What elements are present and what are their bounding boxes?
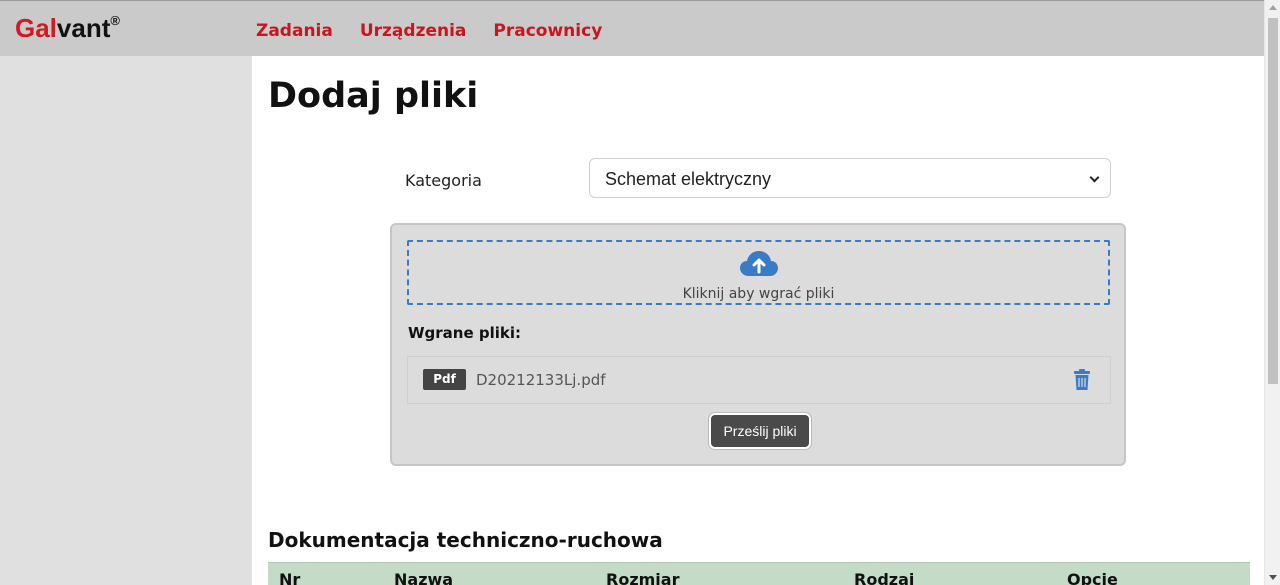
dropzone-text: Kliknij aby wgrać pliki (682, 286, 835, 302)
uploaded-file-row: Pdf D20212133Lj.pdf (407, 356, 1111, 404)
cloud-upload-icon (740, 251, 778, 276)
column-header-rozmiar[interactable]: Rozmiar (606, 570, 679, 585)
brand-registered-mark: ® (110, 13, 120, 29)
category-select[interactable]: Schemat elektryczny (589, 158, 1111, 198)
chevron-down-icon (1089, 172, 1100, 183)
sidebar (0, 56, 252, 585)
column-header-opcje[interactable]: Opcje (1067, 570, 1118, 585)
file-type-badge: Pdf (423, 369, 466, 390)
main-nav: Zadania Urządzenia Pracownicy (256, 21, 602, 41)
upload-panel: Kliknij aby wgrać pliki Wgrane pliki: Pd… (390, 223, 1126, 466)
uploaded-files-label: Wgrane pliki: (408, 324, 522, 342)
brand-part2: vant (56, 13, 111, 43)
column-header-nazwa[interactable]: Nazwa (394, 570, 453, 585)
page-scrollbar[interactable] (1264, 0, 1280, 585)
trash-icon[interactable] (1073, 369, 1091, 391)
scroll-up-icon[interactable] (1269, 5, 1277, 10)
nav-item-zadania[interactable]: Zadania (256, 21, 333, 41)
nav-item-pracownicy[interactable]: Pracownicy (493, 21, 602, 41)
scroll-down-icon[interactable] (1269, 575, 1277, 580)
column-header-rodzaj[interactable]: Rodzaj (854, 570, 914, 585)
nav-item-urzadzenia[interactable]: Urządzenia (360, 21, 467, 41)
send-files-button[interactable]: Prześlij pliki (709, 413, 811, 449)
file-name: D20212133Lj.pdf (476, 371, 606, 389)
scrollbar-thumb[interactable] (1268, 18, 1278, 384)
column-header-nr[interactable]: Nr (279, 570, 300, 585)
category-select-value: Schemat elektryczny (605, 169, 772, 189)
category-label: Kategoria (405, 171, 482, 190)
docs-section-title: Dokumentacja techniczno-ruchowa (268, 528, 663, 552)
brand-logo[interactable]: Galvant® (15, 13, 120, 44)
file-dropzone[interactable]: Kliknij aby wgrać pliki (407, 240, 1110, 305)
page-title: Dodaj pliki (268, 76, 479, 116)
docs-table-header: Nr Nazwa Rozmiar Rodzaj Opcje (268, 562, 1250, 585)
brand-part1: Gal (15, 13, 57, 43)
top-navbar: Galvant® Zadania Urządzenia Pracownicy (0, 0, 1264, 56)
